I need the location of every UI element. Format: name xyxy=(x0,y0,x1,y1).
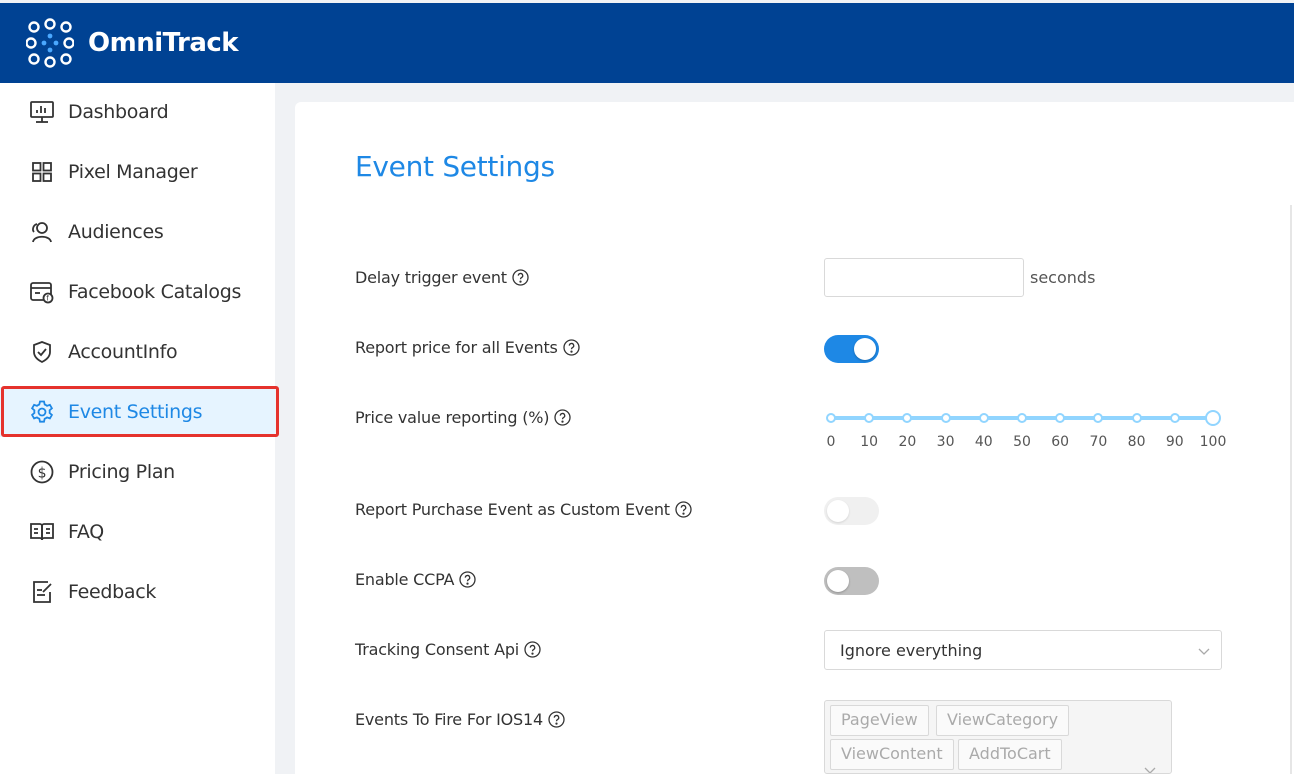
consent-api-label: Tracking Consent Api xyxy=(355,640,541,659)
sidebar-item-label: Pixel Manager xyxy=(68,161,198,183)
setting-label: Report Purchase Event as Custom Event xyxy=(355,500,670,519)
setting-label: Delay trigger event xyxy=(355,268,507,287)
sidebar-item-audiences[interactable]: Audiences xyxy=(0,207,275,257)
slider-tick-label: 10 xyxy=(860,434,879,450)
slider-step-dot[interactable] xyxy=(826,413,836,423)
report-price-label: Report price for all Events xyxy=(355,338,580,357)
purchase-custom-label: Report Purchase Event as Custom Event xyxy=(355,500,692,519)
app-title: OmniTrack xyxy=(88,28,239,58)
report-price-toggle[interactable] xyxy=(824,335,879,363)
app-logo[interactable]: OmniTrack xyxy=(26,18,239,68)
purchase-custom-toggle[interactable] xyxy=(824,497,879,525)
slider-tick-label: 0 xyxy=(826,434,836,450)
slider-step-dot[interactable] xyxy=(1131,413,1142,423)
consent-api-select[interactable]: Ignore everything xyxy=(824,630,1222,670)
sidebar-item-facebook-catalogs[interactable]: f Facebook Catalogs xyxy=(0,267,275,317)
help-circle-icon[interactable] xyxy=(563,339,580,356)
slider-tick-label: 100 xyxy=(1199,434,1227,450)
ccpa-label: Enable CCPA xyxy=(355,570,476,589)
slider-step-dot[interactable] xyxy=(864,413,875,423)
slider-tick-label: 80 xyxy=(1127,434,1146,450)
ccpa-toggle[interactable] xyxy=(824,567,879,595)
svg-text:$: $ xyxy=(38,466,47,482)
sidebar-item-label: Facebook Catalogs xyxy=(68,281,242,303)
chevron-down-icon xyxy=(1198,648,1210,655)
dashboard-monitor-icon xyxy=(29,99,55,125)
slider-tick-label: 40 xyxy=(974,434,993,450)
slider-step-dot[interactable] xyxy=(978,413,989,423)
edit-icon xyxy=(29,579,55,605)
price-value-slider[interactable]: 0 10 20 30 40 50 60 70 80 90 100 xyxy=(824,404,1227,454)
delay-trigger-label: Delay trigger event xyxy=(355,268,529,287)
slider-step-dot[interactable] xyxy=(1169,413,1180,423)
slider-step-dot[interactable] xyxy=(940,413,951,423)
book-icon xyxy=(29,519,55,545)
top-header: OmniTrack xyxy=(0,3,1294,83)
sidebar-item-accountinfo[interactable]: AccountInfo xyxy=(0,327,275,377)
toggle-knob xyxy=(827,570,849,592)
toggle-knob xyxy=(854,338,876,360)
slider-tick-label: 90 xyxy=(1165,434,1184,450)
select-value: Ignore everything xyxy=(840,641,983,660)
slider-tick-label: 60 xyxy=(1051,434,1070,450)
help-circle-icon[interactable] xyxy=(554,409,571,426)
scrollbar-track[interactable] xyxy=(1290,205,1292,774)
toggle-knob xyxy=(827,500,849,522)
sidebar-item-faq[interactable]: FAQ xyxy=(0,507,275,557)
seconds-suffix: seconds xyxy=(1030,268,1096,287)
help-circle-icon[interactable] xyxy=(459,571,476,588)
dollar-icon: $ xyxy=(29,459,55,485)
help-circle-icon[interactable] xyxy=(548,711,565,728)
sidebar-item-pricing-plan[interactable]: $ Pricing Plan xyxy=(0,447,275,497)
slider-step-dot[interactable] xyxy=(1017,413,1027,423)
catalog-icon: f xyxy=(29,279,55,305)
ios14-events-multiselect[interactable]: PageView ViewCategory ViewContent AddToC… xyxy=(824,700,1172,774)
main-content: Event Settings Delay trigger event secon… xyxy=(295,102,1294,774)
sidebar-item-label: AccountInfo xyxy=(68,341,178,363)
sidebar-item-dashboard[interactable]: Dashboard xyxy=(0,87,275,137)
sidebar-item-label: Dashboard xyxy=(68,101,169,123)
shield-check-icon xyxy=(29,339,55,365)
event-tag[interactable]: PageView xyxy=(830,705,929,736)
slider-tick-label: 20 xyxy=(898,434,917,450)
setting-label: Tracking Consent Api xyxy=(355,640,520,659)
event-tag[interactable]: AddToCart xyxy=(958,739,1062,770)
help-circle-icon[interactable] xyxy=(524,641,541,658)
event-tag[interactable]: ViewCategory xyxy=(936,705,1070,736)
delay-seconds-input[interactable] xyxy=(824,258,1024,297)
sidebar-item-label: Event Settings xyxy=(68,401,203,423)
sidebar-item-feedback[interactable]: Feedback xyxy=(0,567,275,617)
slider-tick-label: 70 xyxy=(1089,434,1108,450)
chevron-down-icon xyxy=(1144,767,1156,773)
setting-label: Price value reporting (%) xyxy=(355,408,550,427)
sidebar: Dashboard Pixel Manager Audiences f Face… xyxy=(0,83,275,774)
slider-step-dot[interactable] xyxy=(1055,413,1066,423)
help-circle-icon[interactable] xyxy=(675,501,692,518)
users-icon xyxy=(29,219,55,245)
sidebar-item-label: Pricing Plan xyxy=(68,461,175,483)
price-value-label: Price value reporting (%) xyxy=(355,408,571,427)
setting-label: Enable CCPA xyxy=(355,570,455,589)
sidebar-item-pixel-manager[interactable]: Pixel Manager xyxy=(0,147,275,197)
sidebar-item-event-settings[interactable]: Event Settings xyxy=(0,387,275,437)
omnitrack-logo-icon xyxy=(26,18,74,68)
ios14-label: Events To Fire For IOS14 xyxy=(355,710,565,729)
sidebar-item-label: FAQ xyxy=(68,521,104,543)
grid-icon xyxy=(29,159,55,185)
setting-label: Events To Fire For IOS14 xyxy=(355,710,543,729)
setting-label: Report price for all Events xyxy=(355,338,558,357)
gear-icon xyxy=(29,399,55,425)
help-circle-icon[interactable] xyxy=(512,269,529,286)
slider-step-dot[interactable] xyxy=(902,413,913,423)
page-title: Event Settings xyxy=(355,150,555,183)
event-tag[interactable]: ViewContent xyxy=(830,739,954,770)
slider-tick-label: 50 xyxy=(1013,434,1031,450)
slider-tick-label: 30 xyxy=(936,434,955,450)
slider-handle[interactable] xyxy=(1205,410,1221,426)
sidebar-item-label: Feedback xyxy=(68,581,157,603)
slider-step-dot[interactable] xyxy=(1093,413,1104,423)
sidebar-item-label: Audiences xyxy=(68,221,164,243)
